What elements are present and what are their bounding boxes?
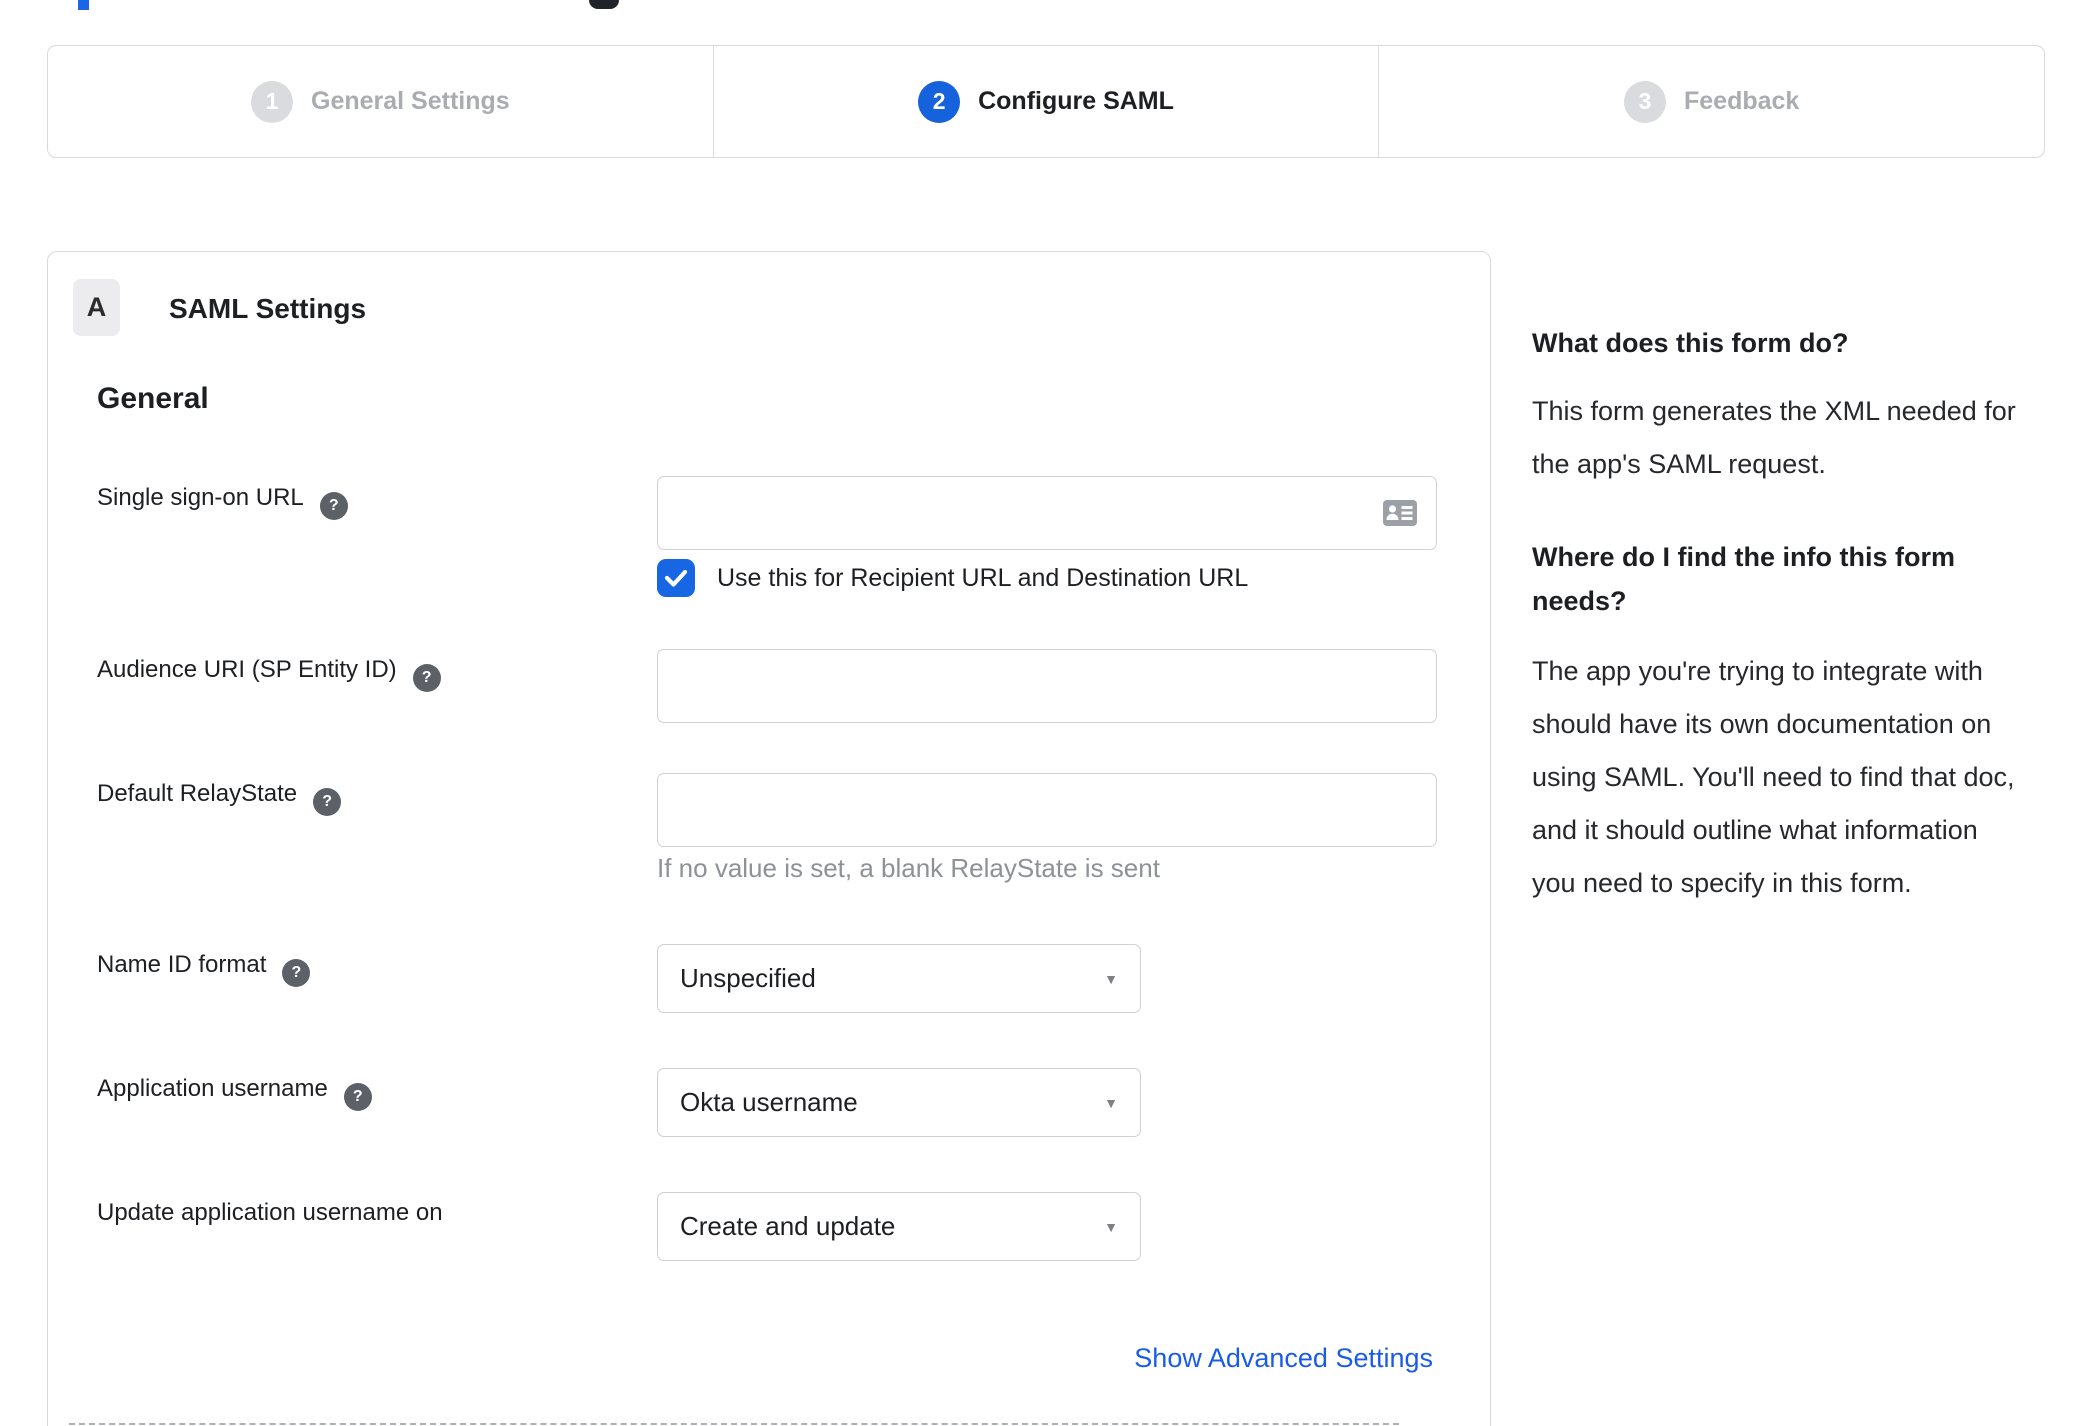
step-3-number-badge: 3: [1624, 80, 1666, 123]
help-icon[interactable]: ?: [319, 492, 348, 520]
relay-state-label: Default RelayState?: [97, 780, 342, 816]
application-username-value: Okta username: [680, 1087, 858, 1117]
help-sidebar: What does this form do? This form genera…: [1532, 325, 2026, 910]
help-icon[interactable]: ?: [412, 664, 441, 692]
section-divider: [69, 1423, 1399, 1425]
general-group-heading: General: [97, 382, 209, 415]
name-id-format-value: Unspecified: [680, 963, 816, 993]
step-1-label: General Settings: [311, 87, 510, 115]
update-app-username-select[interactable]: Create and update ▼: [657, 1192, 1141, 1261]
chevron-down-icon: ▼: [1104, 1094, 1118, 1111]
step-2-label: Configure SAML: [978, 87, 1174, 115]
step-configure-saml[interactable]: 2 Configure SAML: [712, 46, 1379, 157]
step-3-label: Feedback: [1684, 87, 1800, 115]
saml-settings-panel: A SAML Settings General Single sign-on U…: [47, 251, 1491, 1426]
relay-state-hint: If no value is set, a blank RelayState i…: [657, 853, 1160, 883]
show-advanced-settings-link[interactable]: Show Advanced Settings: [1134, 1343, 1433, 1374]
cropped-header-fragment: [78, 0, 89, 10]
sidebar-heading-where: Where do I find the info this form needs…: [1532, 542, 1955, 616]
sidebar-paragraph-where: The app you're trying to integrate with …: [1532, 656, 2015, 898]
audience-uri-input[interactable]: [657, 649, 1437, 723]
recipient-url-checkbox-label: Use this for Recipient URL and Destinati…: [717, 563, 1249, 592]
audience-uri-label: Audience URI (SP Entity ID)?: [97, 656, 441, 692]
chevron-down-icon: ▼: [1104, 1218, 1118, 1235]
step-1-number-badge: 1: [251, 80, 293, 123]
sidebar-heading-what: What does this form do?: [1532, 328, 1849, 358]
application-username-select[interactable]: Okta username ▼: [657, 1068, 1141, 1137]
sso-url-input[interactable]: [657, 476, 1437, 550]
help-icon[interactable]: ?: [343, 1083, 372, 1111]
recipient-url-checkbox-row: Use this for Recipient URL and Destinati…: [657, 559, 1248, 597]
name-id-format-select[interactable]: Unspecified ▼: [657, 944, 1141, 1013]
help-icon[interactable]: ?: [282, 959, 311, 987]
sso-url-label: Single sign-on URL?: [97, 484, 348, 520]
application-username-label: Application username?: [97, 1075, 372, 1111]
check-icon: [664, 569, 688, 587]
section-a-badge: A: [73, 279, 120, 336]
step-2-number-badge: 2: [918, 80, 961, 123]
sidebar-paragraph-what: This form generates the XML needed for t…: [1532, 396, 2016, 479]
wizard-stepper: 1 General Settings 2 Configure SAML 3 Fe…: [47, 45, 2045, 158]
update-app-username-label: Update application username on: [97, 1199, 443, 1226]
name-id-format-label: Name ID format?: [97, 951, 311, 987]
step-feedback[interactable]: 3 Feedback: [1378, 46, 2044, 157]
chevron-down-icon: ▼: [1104, 970, 1118, 987]
cropped-header-icon-fragment: [589, 0, 619, 9]
recipient-url-checkbox[interactable]: [657, 559, 695, 597]
configure-saml-page: 1 General Settings 2 Configure SAML 3 Fe…: [0, 0, 2092, 1426]
help-icon[interactable]: ?: [313, 788, 342, 816]
section-title: SAML Settings: [169, 293, 367, 324]
relay-state-input[interactable]: [657, 773, 1437, 847]
update-app-username-value: Create and update: [680, 1211, 896, 1241]
step-general-settings[interactable]: 1 General Settings: [48, 46, 713, 157]
